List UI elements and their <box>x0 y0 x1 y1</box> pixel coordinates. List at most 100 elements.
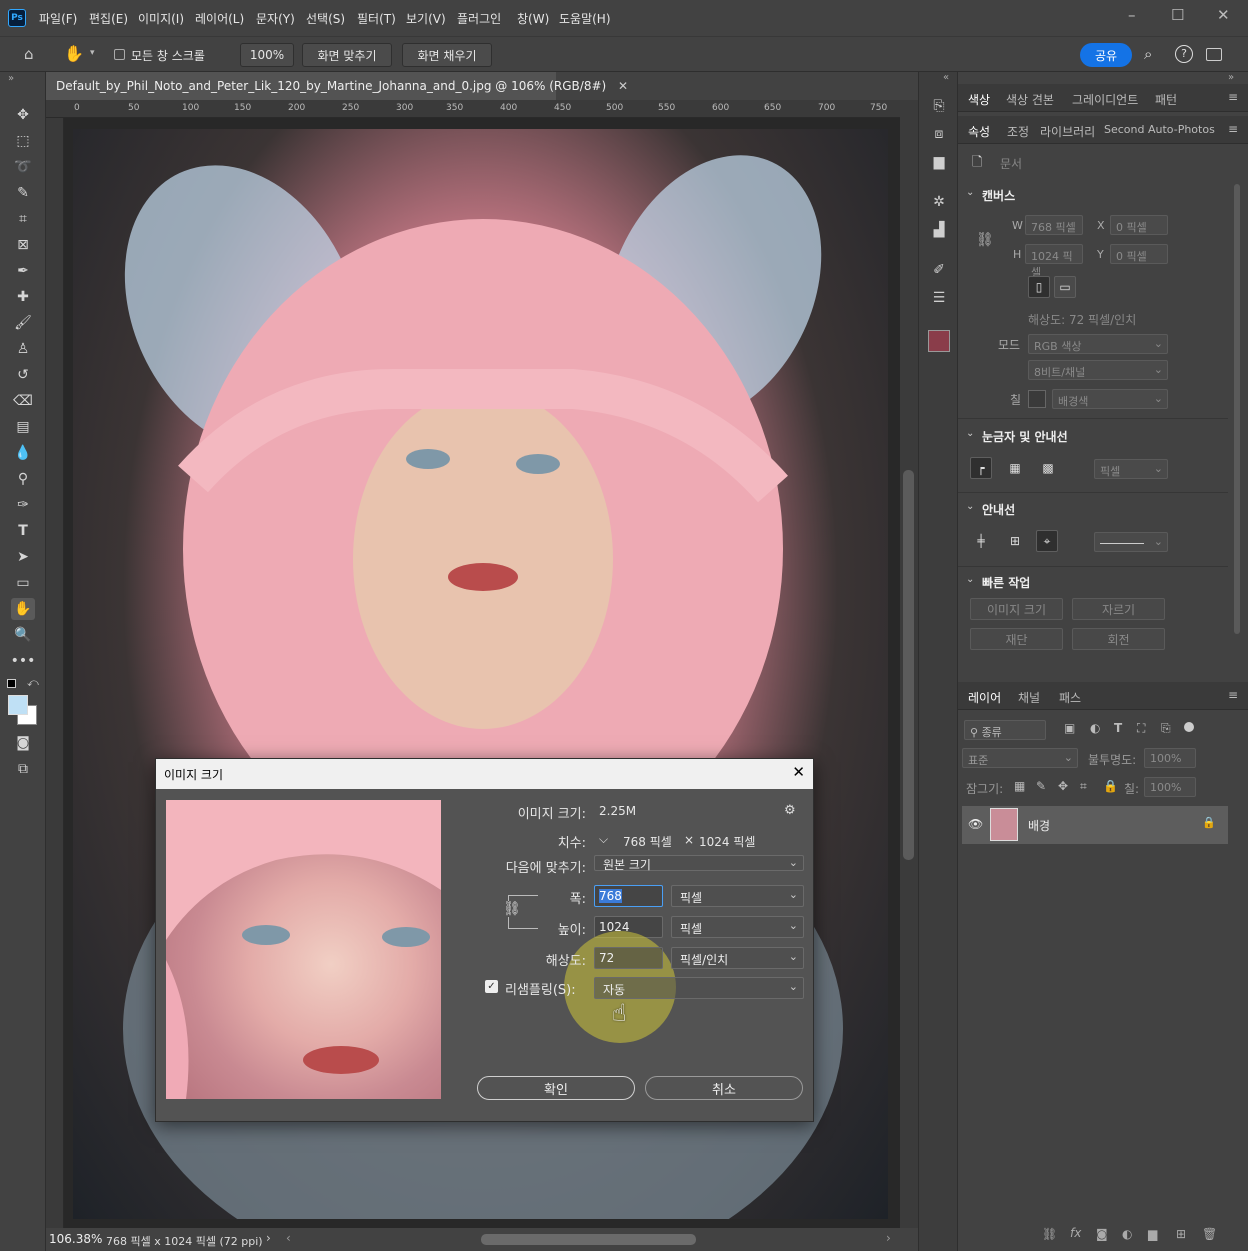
tab-color[interactable]: 색상 <box>968 91 990 108</box>
panel-scrollbar[interactable] <box>1234 184 1240 634</box>
close-tab-icon[interactable]: ✕ <box>618 79 628 93</box>
tab-channels[interactable]: 채널 <box>1018 689 1040 706</box>
tab-layers[interactable]: 레이어 <box>968 689 1001 706</box>
canvas-x-field[interactable]: 0 픽셀 <box>1110 215 1168 235</box>
quick-actions-title[interactable]: 빠른 작업 <box>982 574 1030 591</box>
history-icon[interactable]: ⎘ <box>928 98 950 118</box>
menu-window[interactable]: 창(W) <box>517 10 549 27</box>
vertical-scrollbar[interactable] <box>900 100 918 1228</box>
layer-name[interactable]: 배경 <box>1028 817 1050 834</box>
canvas-section-title[interactable]: 캔버스 <box>982 187 1015 204</box>
blend-mode-select[interactable]: 표준 ⌄ <box>962 748 1078 768</box>
gear-icon[interactable]: ⚙ <box>784 803 796 818</box>
zoom-level[interactable]: 106.38% <box>49 1232 102 1246</box>
path-select-icon[interactable]: ➤ <box>11 546 35 568</box>
mode-select[interactable]: RGB 색상 ⌄ <box>1028 334 1168 354</box>
guides-section-title[interactable]: 안내선 <box>982 501 1015 518</box>
chevron-down-icon[interactable]: ⌄ <box>966 428 974 439</box>
quick-select-tool-icon[interactable]: ✎ <box>11 182 35 204</box>
minimize-icon[interactable]: – <box>1128 6 1136 24</box>
move-tool-icon[interactable]: ✥ <box>11 104 35 126</box>
cancel-button[interactable]: 취소 <box>645 1076 803 1100</box>
gradient-tool-icon[interactable]: ▤ <box>11 416 35 438</box>
fill-screen-button[interactable]: 화면 채우기 <box>402 43 492 67</box>
filter-toggle-icon[interactable] <box>1184 722 1194 732</box>
foreground-color-swatch[interactable] <box>8 695 28 715</box>
stamp-tool-icon[interactable]: ♙ <box>11 338 35 360</box>
height-unit-select[interactable]: 픽셀 ⌄ <box>671 916 804 938</box>
adjustment-filter-icon[interactable]: ◐ <box>1090 721 1100 735</box>
resolution-input[interactable]: 72 <box>594 947 663 969</box>
panel-menu-icon[interactable]: ≡ <box>1228 122 1238 136</box>
chevron-down-icon[interactable]: ⌵ <box>599 832 608 847</box>
fit-screen-button[interactable]: 화면 맞추기 <box>302 43 392 67</box>
collapse-icon[interactable]: » <box>1228 72 1234 83</box>
layer-row[interactable]: 👁 배경 🔒 <box>962 806 1228 844</box>
chevron-down-icon[interactable]: ⌄ <box>966 501 974 512</box>
image-size-button[interactable]: 이미지 크기 <box>970 598 1063 620</box>
menu-edit[interactable]: 편집(E) <box>89 10 128 27</box>
smart-object-filter-icon[interactable]: ⎘ <box>1161 721 1171 736</box>
lock-artboard-icon[interactable]: ⌗ <box>1080 779 1087 794</box>
default-colors-icon[interactable] <box>7 679 16 688</box>
rulers-section-title[interactable]: 눈금자 및 안내선 <box>982 428 1068 445</box>
shape-filter-icon[interactable]: ⛶ <box>1137 721 1145 736</box>
depth-select[interactable]: 8비트/채널 ⌄ <box>1028 360 1168 380</box>
resample-select[interactable]: 자동 ⌄ <box>594 977 804 999</box>
resolution-unit-select[interactable]: 픽셀/인치 ⌄ <box>671 947 804 969</box>
lasso-tool-icon[interactable]: ➰ <box>11 156 35 178</box>
rectangle-tool-icon[interactable]: ▭ <box>11 572 35 594</box>
visibility-eye-icon[interactable]: 👁 <box>968 817 983 831</box>
healing-brush-icon[interactable]: ✚ <box>11 286 35 308</box>
plugin-icon[interactable]: ⧈ <box>928 126 950 146</box>
ok-button[interactable]: 확인 <box>477 1076 635 1100</box>
guide-layout-icon[interactable]: ╪ <box>970 530 992 552</box>
hand-tool-icon[interactable]: ✋ <box>64 44 84 63</box>
tab-properties[interactable]: 속성 <box>968 123 990 140</box>
grid-icon[interactable]: ▦ <box>1004 457 1026 479</box>
fill-select[interactable]: 배경색 ⌄ <box>1052 389 1168 409</box>
width-unit-select[interactable]: 픽셀 ⌄ <box>671 885 804 907</box>
menu-filter[interactable]: 필터(T) <box>357 10 396 27</box>
canvas-y-field[interactable]: 0 픽셀 <box>1110 244 1168 264</box>
dialog-preview-image[interactable] <box>166 800 441 1099</box>
help-icon[interactable]: ? <box>1175 45 1193 63</box>
menu-view[interactable]: 보기(V) <box>406 10 446 27</box>
fill-opacity-field[interactable]: 100% <box>1144 777 1196 797</box>
menu-plugins[interactable]: 플러그인 <box>457 10 501 27</box>
swap-colors-icon[interactable]: ⤺ <box>27 676 39 690</box>
link-icon[interactable]: ⛓ <box>976 232 994 248</box>
menu-layer[interactable]: 레이어(L) <box>195 10 244 27</box>
frame-tool-icon[interactable]: ⊠ <box>11 234 35 256</box>
adjustment-layer-icon[interactable]: ◐ <box>1122 1227 1132 1241</box>
folder-icon[interactable]: ▆ <box>1148 1227 1157 1241</box>
lock-pixels-icon[interactable]: ▦ <box>1014 779 1025 793</box>
panel-menu-icon[interactable]: ≡ <box>1228 688 1238 702</box>
link-layers-icon[interactable]: ⛓ <box>1042 1227 1057 1241</box>
chevron-down-icon[interactable]: ▾ <box>90 48 95 58</box>
canvas-height-field[interactable]: 1024 픽셀 <box>1025 244 1083 279</box>
crop-tool-icon[interactable]: ⌗ <box>11 208 35 230</box>
quick-mask-icon[interactable]: ◙ <box>11 732 35 754</box>
marquee-tool-icon[interactable]: ⬚ <box>11 130 35 152</box>
trim-button[interactable]: 재단 <box>970 628 1063 650</box>
menu-file[interactable]: 파일(F) <box>39 10 77 27</box>
tab-swatches[interactable]: 색상 견본 <box>1006 91 1054 108</box>
new-layer-icon[interactable]: ⊞ <box>1176 1227 1186 1241</box>
collapse-icon[interactable]: » <box>8 73 14 84</box>
blur-tool-icon[interactable]: 💧 <box>11 442 35 464</box>
tab-plugin[interactable]: Second Auto-Photos <box>1104 123 1215 136</box>
lock-paint-icon[interactable]: ✎ <box>1036 779 1046 793</box>
pixel-grid-icon[interactable]: ▩ <box>1037 457 1059 479</box>
tab-patterns[interactable]: 패턴 <box>1155 91 1177 108</box>
more-tools-icon[interactable]: ••• <box>11 650 36 672</box>
opacity-field[interactable]: 100% <box>1144 748 1196 768</box>
fx-icon[interactable]: fx <box>1070 1226 1081 1240</box>
screen-mode-icon[interactable]: ⧉ <box>11 758 35 780</box>
adjustments-icon[interactable]: ☰ <box>928 290 950 310</box>
zoom-tool-icon[interactable]: 🔍 <box>11 624 35 646</box>
chevron-right-icon[interactable]: › <box>266 1231 271 1245</box>
collapse-icon[interactable]: « <box>943 72 949 83</box>
layer-kind-filter[interactable]: ⚲ 종류 <box>964 720 1046 740</box>
comments-icon[interactable]: ▆ <box>928 154 950 174</box>
